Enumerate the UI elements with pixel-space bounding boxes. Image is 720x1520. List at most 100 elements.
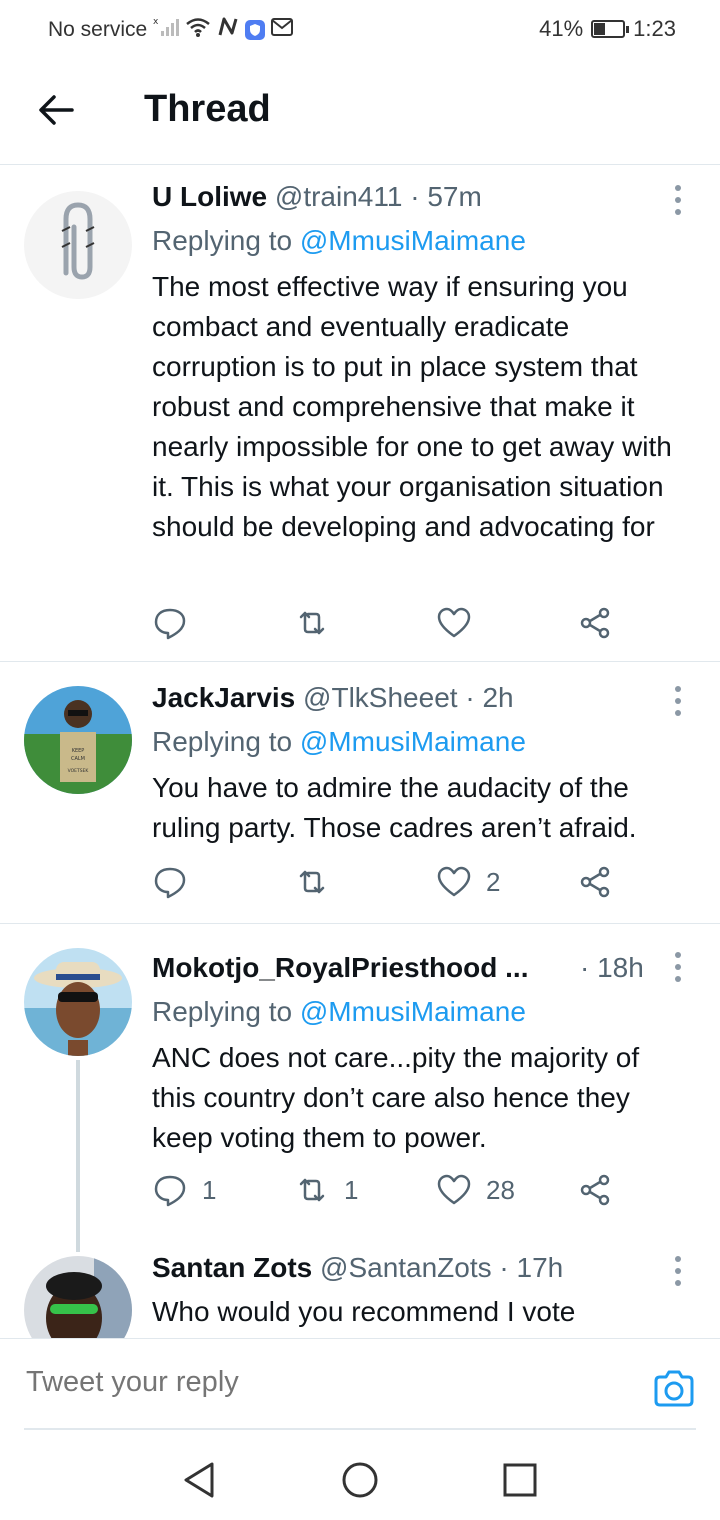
signal-icon: x bbox=[153, 16, 180, 44]
display-name[interactable]: U Loliwe bbox=[152, 181, 267, 212]
tweet[interactable]: KEEP CALM VOETSEK JackJarvis @TlkSheeet … bbox=[0, 662, 720, 924]
separator-dot: · bbox=[465, 682, 475, 713]
like-button[interactable] bbox=[436, 605, 486, 641]
tweet-meta: Santan Zots @SantanZots · 17h bbox=[152, 1250, 690, 1286]
avatar-text: VOETSEK bbox=[68, 768, 90, 774]
retweet-button[interactable] bbox=[294, 605, 344, 641]
mention-link[interactable]: @MmusiMaimane bbox=[300, 996, 526, 1027]
tweet-meta: U Loliwe @train411 · 57m bbox=[152, 179, 690, 215]
replying-to: Replying to @MmusiMaimane bbox=[152, 992, 690, 1032]
timestamp[interactable]: 18h bbox=[597, 952, 644, 983]
timestamp[interactable]: 17h bbox=[517, 1252, 564, 1283]
reply-count: 1 bbox=[202, 1174, 217, 1205]
wifi-icon bbox=[185, 16, 211, 44]
tweet-actions bbox=[152, 605, 622, 645]
share-button[interactable] bbox=[578, 864, 614, 900]
share-icon bbox=[580, 1174, 610, 1206]
tweet[interactable]: Santan Zots @SantanZots · 17h Who would … bbox=[0, 1244, 720, 1338]
share-button[interactable] bbox=[578, 1172, 614, 1208]
reply-input[interactable] bbox=[24, 1365, 588, 1400]
avatar[interactable]: KEEP CALM VOETSEK bbox=[24, 686, 132, 794]
avatar[interactable] bbox=[24, 948, 132, 1056]
tweet-meta: Mokotjo_RoyalPriesthood ... · 18h bbox=[152, 950, 690, 986]
battery-percent: 41% bbox=[539, 16, 584, 41]
avatar-text: CALM bbox=[71, 756, 85, 762]
reply-button[interactable] bbox=[152, 605, 202, 641]
retweet-count: 1 bbox=[344, 1174, 359, 1205]
tweet-text: ANC does not care...pity the majority of… bbox=[152, 1042, 640, 1153]
paperclip-avatar-image bbox=[24, 191, 132, 299]
camera-icon[interactable] bbox=[652, 1369, 696, 1409]
heart-icon bbox=[437, 607, 471, 638]
replying-label: Replying to bbox=[152, 726, 293, 757]
display-name[interactable]: Santan Zots bbox=[152, 1252, 312, 1283]
timestamp[interactable]: 2h bbox=[482, 682, 513, 713]
separator-dot: · bbox=[580, 952, 590, 983]
tweet-text: You have to admire the audacity of the r… bbox=[152, 772, 637, 843]
reply-button[interactable] bbox=[152, 864, 202, 900]
system-nav-bar bbox=[0, 1440, 720, 1520]
retweet-icon bbox=[299, 1178, 325, 1202]
nav-home-icon[interactable] bbox=[340, 1460, 380, 1500]
nav-recents-icon[interactable] bbox=[500, 1460, 540, 1500]
speech-bubble-icon bbox=[154, 1175, 186, 1207]
like-count: 28 bbox=[486, 1174, 515, 1205]
reply-button[interactable]: 1 bbox=[152, 1172, 216, 1208]
nav-back-icon[interactable] bbox=[180, 1460, 220, 1500]
page-title: Thread bbox=[144, 88, 271, 130]
separator-dot: · bbox=[410, 181, 420, 212]
retweet-button[interactable] bbox=[294, 864, 344, 900]
tweet-actions: 2 bbox=[152, 864, 622, 904]
like-button[interactable]: 2 bbox=[436, 864, 500, 900]
mention-link[interactable]: @MmusiMaimane bbox=[300, 225, 526, 256]
divider bbox=[24, 1428, 696, 1430]
cartoon-avatar-image: KEEP CALM VOETSEK bbox=[24, 686, 132, 794]
svg-text:x: x bbox=[153, 17, 159, 27]
tweet[interactable]: Mokotjo_RoyalPriesthood ... · 18h Replyi… bbox=[0, 924, 720, 1244]
tweet-text: Who would you recommend I vote bbox=[152, 1296, 576, 1327]
like-button[interactable]: 28 bbox=[436, 1172, 515, 1208]
more-vertical-icon[interactable] bbox=[666, 185, 690, 215]
tweet-text: The most effective way if ensuring you c… bbox=[152, 271, 672, 542]
display-name[interactable]: Mokotjo_RoyalPriesthood ... bbox=[152, 952, 528, 983]
retweet-icon bbox=[299, 870, 325, 894]
avatar-text: KEEP bbox=[72, 748, 85, 754]
replying-to: Replying to @MmusiMaimane bbox=[152, 221, 690, 261]
handle[interactable]: @SantanZots bbox=[320, 1252, 492, 1283]
handle[interactable]: @TlkSheeet bbox=[303, 682, 458, 713]
tweet-actions: 1 1 28 bbox=[152, 1172, 622, 1212]
mention-link[interactable]: @MmusiMaimane bbox=[300, 726, 526, 757]
replying-label: Replying to bbox=[152, 225, 293, 256]
carrier-label: No service bbox=[48, 18, 148, 41]
handle[interactable]: @train411 bbox=[275, 181, 403, 212]
retweet-icon bbox=[299, 611, 325, 635]
profile-photo-image bbox=[24, 1256, 132, 1338]
share-icon bbox=[580, 607, 610, 639]
more-vertical-icon[interactable] bbox=[666, 1256, 690, 1286]
thread-header: Thread bbox=[0, 56, 720, 165]
tweet[interactable]: U Loliwe @train411 · 57m Replying to @Mm… bbox=[0, 165, 720, 662]
tweet-meta: JackJarvis @TlkSheeet · 2h bbox=[152, 680, 690, 716]
display-name[interactable]: JackJarvis bbox=[152, 682, 295, 713]
vpn-shield-icon bbox=[245, 20, 266, 40]
avatar[interactable] bbox=[24, 191, 132, 299]
like-count: 2 bbox=[486, 866, 501, 897]
nfc-icon bbox=[217, 16, 239, 44]
replying-to: Replying to @MmusiMaimane bbox=[152, 722, 690, 762]
back-arrow-icon[interactable] bbox=[36, 90, 76, 130]
share-button[interactable] bbox=[578, 605, 614, 641]
separator-dot: · bbox=[499, 1252, 509, 1283]
more-vertical-icon[interactable] bbox=[666, 686, 690, 716]
speech-bubble-icon bbox=[154, 608, 186, 640]
mail-icon bbox=[271, 18, 294, 42]
reply-bar bbox=[0, 1338, 720, 1429]
retweet-button[interactable]: 1 bbox=[294, 1172, 358, 1208]
share-icon bbox=[580, 866, 610, 898]
status-bar: No service x 41% 1:23 bbox=[0, 0, 720, 56]
heart-icon bbox=[437, 1174, 471, 1205]
avatar[interactable] bbox=[24, 1256, 132, 1338]
heart-icon bbox=[437, 866, 471, 897]
battery-icon bbox=[591, 20, 630, 38]
more-vertical-icon[interactable] bbox=[666, 952, 690, 982]
timestamp[interactable]: 57m bbox=[427, 181, 481, 212]
